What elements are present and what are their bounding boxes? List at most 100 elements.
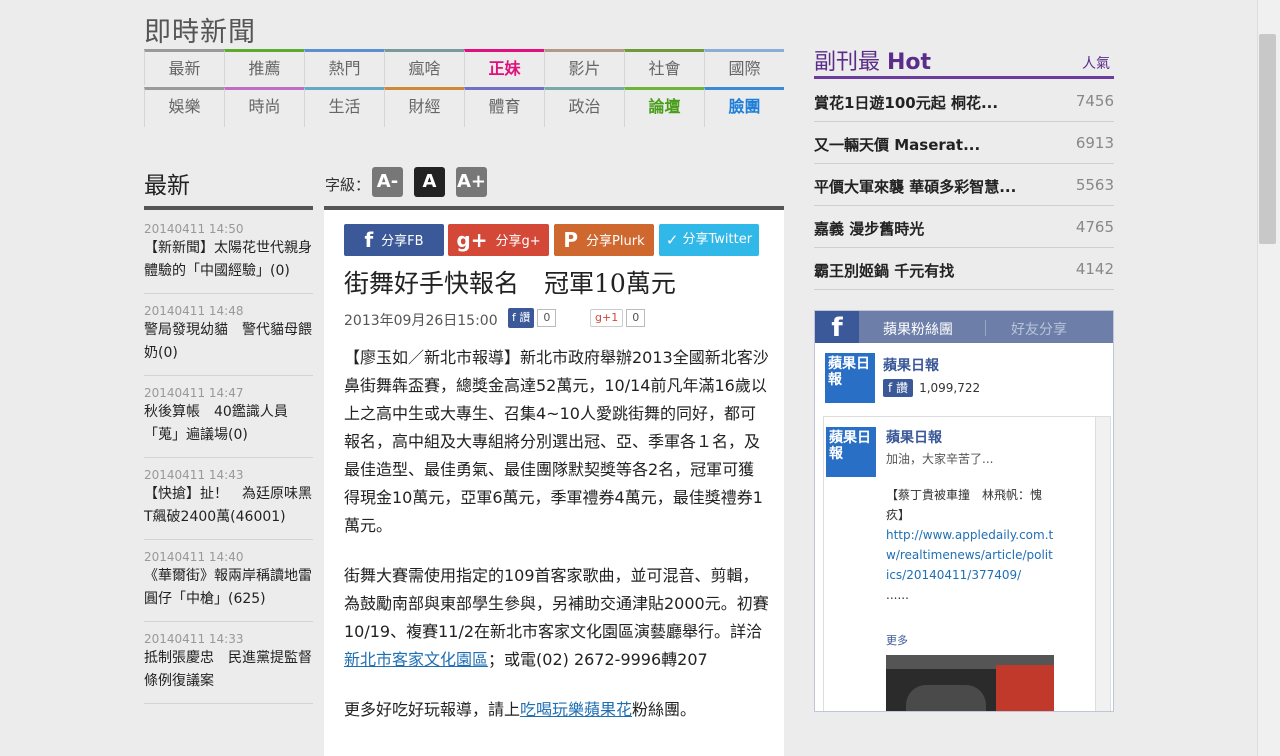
page-avatar[interactable]: 蘋果日報 — [825, 353, 875, 403]
hot-item-count: 7456 — [1075, 92, 1114, 110]
news-headline-link[interactable]: 【快搶】扯！ 為廷原味黑T飆破2400萬(46001) — [144, 483, 313, 529]
news-headline-link[interactable]: 秋後算帳 40鑑識人員「蒐」遍議場(0) — [144, 401, 313, 447]
font-size-label: 字級： — [325, 176, 371, 194]
page-like-button[interactable]: f 讚 1,099,722 — [883, 379, 980, 397]
paragraph-text: 粉絲團。 — [632, 700, 697, 719]
hot-heading-text: 副刊最 — [814, 50, 887, 75]
font-normal-button[interactable]: A — [414, 167, 445, 197]
facebook-icon: f — [364, 228, 374, 252]
tab-friend-share[interactable]: 好友分享 — [1011, 319, 1067, 339]
share-fb-button[interactable]: f 分享FB — [344, 224, 444, 256]
feed-scrollbar[interactable] — [1095, 417, 1110, 711]
post-avatar[interactable]: 蘋果日報 — [826, 427, 876, 477]
latest-heading: 最新 — [144, 173, 190, 199]
fb-widget-header: f 蘋果粉絲團 好友分享 — [815, 311, 1113, 343]
hot-item[interactable]: 霸王別姬鍋 千元有找 4142 — [814, 248, 1114, 290]
hakka-park-link[interactable]: 新北市客家文化園區 — [344, 650, 488, 669]
fb-feed: 蘋果日報 蘋果日報 加油，大家辛苦了... 【蔡丁貴被車撞 林飛帆：愧疚】 ht… — [823, 416, 1111, 711]
share-twitter-label: 分享Twitter — [682, 232, 753, 247]
hot-item-title[interactable]: 賞花1日遊100元起 桐花... — [814, 92, 998, 113]
post-url[interactable]: http://www.appledaily.com.tw/realtimenew… — [886, 528, 1053, 582]
hot-item-count: 4142 — [1075, 260, 1114, 278]
paragraph-text: 更多好吃好玩報導，請上 — [344, 700, 521, 719]
tab-divider — [985, 320, 986, 336]
news-item[interactable]: 20140411 14:43 【快搶】扯！ 為廷原味黑T飆破2400萬(46001… — [144, 458, 313, 540]
category-tab[interactable]: 正妹 — [464, 49, 544, 85]
article-body: 【廖玉如／新北市報導】新北市政府舉辦2013全國新北客沙鼻街舞犇盃賽，總獎金高達… — [344, 344, 769, 746]
hot-item-title[interactable]: 平價大軍來襲 華碩多彩智慧... — [814, 176, 1016, 197]
paragraph-text: ；或電(02) 2672-9996轉207 — [488, 650, 708, 669]
share-gplus-label: 分享g+ — [495, 234, 541, 249]
page-name-link[interactable]: 蘋果日報 — [883, 355, 939, 375]
hot-item-title[interactable]: 又一輛天價 Maserat... — [814, 134, 980, 155]
news-headline-link[interactable]: 警局發現幼貓 警代貓母餵奶(0) — [144, 319, 313, 365]
news-item[interactable]: 20140411 14:48 警局發現幼貓 警代貓母餵奶(0) — [144, 294, 313, 376]
hot-item[interactable]: 又一輛天價 Maserat... 6913 — [814, 122, 1114, 164]
news-time: 20140411 14:43 — [144, 468, 244, 482]
hot-heading: 副刊最 Hot — [814, 44, 931, 76]
share-fb-label: 分享FB — [381, 234, 424, 249]
category-tab[interactable]: 體育 — [464, 87, 544, 127]
category-tab[interactable]: 影片 — [544, 49, 624, 85]
article: f 分享FB g+ 分享g+ P 分享Plurk ✓ 分享Twitter 街舞好手快報名… — [324, 206, 784, 756]
page-like-count: 1,099,722 — [919, 381, 981, 395]
share-gplus-button[interactable]: g+ 分享g+ — [448, 224, 549, 256]
font-smaller-button[interactable]: A- — [372, 167, 403, 197]
category-tab[interactable]: 最新 — [144, 49, 224, 85]
post-text: 加油，大家辛苦了... — [886, 452, 994, 466]
hot-item[interactable]: 平價大軍來襲 華碩多彩智慧... 5563 — [814, 164, 1114, 206]
news-item[interactable]: 20140411 14:47 秋後算帳 40鑑識人員「蒐」遍議場(0) — [144, 376, 313, 458]
gplus-label: +1 — [601, 311, 619, 324]
category-tab[interactable]: 臉團 — [704, 87, 784, 127]
hot-item-title[interactable]: 嘉義 漫步舊時光 — [814, 218, 924, 239]
hot-item[interactable]: 賞花1日遊100元起 桐花... 7456 — [814, 80, 1114, 122]
article-like-button[interactable]: f 讚0 — [508, 308, 557, 328]
share-plurk-button[interactable]: P 分享Plurk — [554, 224, 654, 256]
category-tab[interactable]: 生活 — [304, 87, 384, 127]
fan-page-link[interactable]: 吃喝玩樂蘋果花 — [520, 700, 632, 719]
post-ellipsis: ...... — [886, 588, 909, 602]
news-item[interactable]: 20140411 14:33 抵制張慶忠 民進黨提監督條例復議案 — [144, 622, 313, 704]
share-twitter-button[interactable]: ✓ 分享Twitter — [659, 224, 759, 256]
news-headline-link[interactable]: 【新新聞】太陽花世代親身體驗的「中國經驗」(0) — [144, 237, 313, 283]
news-time: 20140411 14:47 — [144, 386, 244, 400]
news-headline-link[interactable]: 抵制張慶忠 民進黨提監督條例復議案 — [144, 647, 313, 693]
news-headline-link[interactable]: 《華爾街》報兩岸稱讀地雷 圓仔「中槍」(625) — [144, 565, 326, 611]
post-link[interactable]: http://www.appledaily.com.tw/realtimenew… — [886, 525, 1056, 605]
tab-fans[interactable]: 蘋果粉絲團 — [883, 319, 953, 339]
paragraph-text: 街舞大賽需使用指定的109首客家歌曲，並可混音、剪輯，為鼓勵南部與東部學生參與，… — [344, 566, 769, 641]
category-tab[interactable]: 國際 — [704, 49, 784, 85]
hot-item-title[interactable]: 霸王別姬鍋 千元有找 — [814, 260, 954, 281]
post-image[interactable] — [886, 655, 1054, 711]
hot-divider — [814, 76, 1114, 79]
like-count: 0 — [537, 309, 557, 327]
news-time: 20140411 14:48 — [144, 304, 244, 318]
more-link[interactable]: 更多 — [886, 632, 908, 648]
category-tab[interactable]: 社會 — [624, 49, 704, 85]
article-gplus-button[interactable]: g+1 0 — [590, 308, 646, 328]
page: 即時新聞 最新 推薦 熱門 瘋啥 正妹 影片 社會 國際 娛樂 時尚 生活 財經 體育 政治 論壇 臉團 最新… — [0, 0, 1280, 756]
share-plurk-label: 分享Plurk — [586, 234, 645, 249]
latest-divider — [144, 206, 313, 210]
category-tab[interactable]: 推薦 — [224, 49, 304, 85]
page-scrollbar-thumb[interactable] — [1259, 34, 1276, 244]
news-time: 20140411 14:40 — [144, 550, 244, 564]
hot-item[interactable]: 嘉義 漫步舊時光 4765 — [814, 206, 1114, 248]
category-tab[interactable]: 娛樂 — [144, 87, 224, 127]
news-item[interactable]: 20140411 14:40 《華爾街》報兩岸稱讀地雷 圓仔「中槍」(625) — [144, 540, 326, 622]
news-item[interactable]: 20140411 14:50 【新新聞】太陽花世代親身體驗的「中國經驗」(0) — [144, 212, 313, 294]
category-tab[interactable]: 財經 — [384, 87, 464, 127]
popularity-label: 人氣 — [1082, 56, 1110, 72]
category-nav: 最新 推薦 熱門 瘋啥 正妹 影片 社會 國際娛樂 時尚 生活 財經 體育 政治 論壇 臉團 — [144, 49, 784, 129]
category-tab[interactable]: 時尚 — [224, 87, 304, 127]
plurk-icon: P — [563, 228, 579, 252]
google-plus-icon: g+ — [456, 228, 488, 252]
category-tab[interactable]: 瘋啥 — [384, 49, 464, 85]
post-title: 【蔡丁貴被車撞 林飛帆：愧疚】 — [886, 488, 1043, 522]
post-author-link[interactable]: 蘋果日報 — [886, 427, 942, 447]
category-tab[interactable]: 熱門 — [304, 49, 384, 85]
latest-news-list: 20140411 14:50 【新新聞】太陽花世代親身體驗的「中國經驗」(0) 20… — [144, 212, 326, 704]
category-tab[interactable]: 論壇 — [624, 87, 704, 127]
font-larger-button[interactable]: A+ — [456, 167, 487, 197]
category-tab[interactable]: 政治 — [544, 87, 624, 127]
